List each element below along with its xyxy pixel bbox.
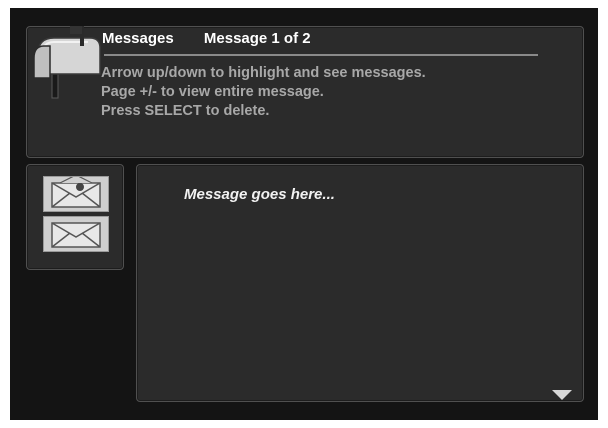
message-text: Message goes here... — [184, 186, 335, 203]
envelope-read-icon — [51, 177, 101, 208]
message-counter: Message 1 of 2 — [203, 30, 311, 47]
page-title: Messages — [102, 30, 174, 47]
instruction-line: Press SELECT to delete. — [101, 103, 270, 119]
instruction-line: Page +/- to view entire message. — [101, 84, 324, 100]
header-title-row: Messages Message 1 of 2 — [102, 30, 311, 47]
title-divider — [104, 54, 538, 56]
instruction-line: Arrow up/down to highlight and see messa… — [101, 65, 426, 81]
mailbox-icon — [30, 24, 108, 100]
message-list-item-1[interactable] — [43, 176, 109, 212]
instructions: Arrow up/down to highlight and see messa… — [101, 64, 426, 121]
scroll-down-arrow-icon[interactable] — [552, 390, 572, 400]
message-list-item-2[interactable] — [43, 216, 109, 252]
envelope-unread-icon — [51, 222, 101, 248]
